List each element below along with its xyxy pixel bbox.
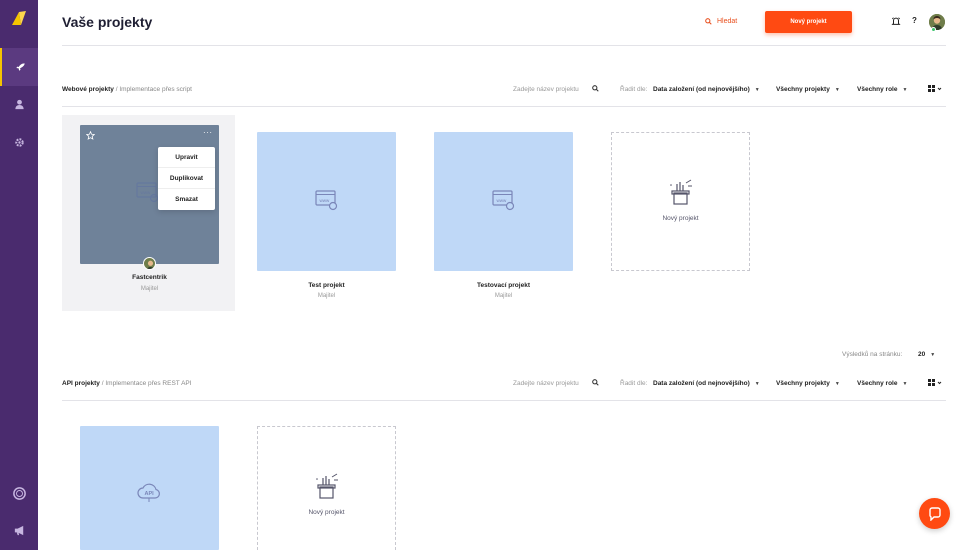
project-role: Majitel bbox=[140, 286, 159, 292]
chevron-down-icon: ▼ bbox=[902, 87, 908, 93]
section-title-api: API projekty / Implementace přes REST AP… bbox=[62, 380, 192, 387]
role-filter-select[interactable]: Všechny role ▼ bbox=[857, 380, 907, 387]
page-title: Vaše projekty bbox=[62, 14, 153, 30]
user-icon bbox=[14, 99, 24, 109]
role-filter-select[interactable]: Všechny role ▼ bbox=[857, 86, 907, 93]
new-project-button[interactable]: Nový projekt bbox=[765, 11, 852, 33]
new-project-label: Nový projekt bbox=[308, 509, 345, 516]
chevron-down-icon: ▼ bbox=[834, 381, 840, 387]
project-role: Majitel bbox=[317, 293, 336, 299]
svg-text:API: API bbox=[145, 491, 155, 497]
project-search-input[interactable]: Zadejte název projektu bbox=[513, 86, 579, 93]
rocket-icon bbox=[15, 62, 25, 71]
results-per-page-label: Výsledků na stránku: bbox=[842, 351, 903, 358]
project-name[interactable]: Fastcentrik bbox=[80, 274, 219, 281]
sidebar-item-news[interactable] bbox=[0, 511, 38, 549]
sidebar-item-projects[interactable] bbox=[0, 48, 38, 86]
chat-button[interactable] bbox=[919, 498, 950, 529]
more-options-icon[interactable]: ··· bbox=[203, 128, 213, 137]
star-icon[interactable] bbox=[86, 131, 95, 140]
svg-text:www: www bbox=[497, 198, 507, 203]
api-project-card[interactable]: API bbox=[80, 426, 219, 550]
help-ring-icon bbox=[12, 486, 26, 500]
bell-icon bbox=[891, 17, 901, 25]
megaphone-icon bbox=[14, 525, 23, 535]
new-project-card[interactable]: Nový projekt bbox=[611, 132, 750, 271]
sort-label: Řadit dle: bbox=[620, 380, 648, 387]
chevron-down-icon: ▼ bbox=[834, 87, 840, 93]
menu-item-duplicate[interactable]: Duplikovat bbox=[158, 168, 215, 189]
sort-select[interactable]: Data založení (od nejnovějšího) ▼ bbox=[653, 380, 760, 387]
project-card-testovaci-projekt[interactable]: www bbox=[434, 132, 573, 271]
online-status-dot bbox=[931, 27, 936, 32]
web-project-icon: www bbox=[492, 190, 515, 211]
project-filter-select[interactable]: Všechny projekty ▼ bbox=[776, 380, 840, 387]
magic-hat-icon bbox=[670, 179, 692, 205]
search-link[interactable]: Hledat bbox=[705, 18, 737, 25]
project-role: Majitel bbox=[494, 293, 513, 299]
main-content: Vaše projekty Hledat Nový projekt ? Webo… bbox=[38, 0, 970, 550]
sidebar-item-support[interactable] bbox=[0, 474, 38, 512]
project-name[interactable]: Test projekt bbox=[257, 282, 396, 289]
chevron-down-icon: ▼ bbox=[930, 352, 936, 358]
svg-text:www: www bbox=[141, 190, 151, 195]
owner-avatar bbox=[143, 257, 156, 270]
web-project-icon: www bbox=[315, 190, 338, 211]
search-icon bbox=[705, 18, 712, 25]
sidebar-item-users[interactable] bbox=[0, 85, 38, 123]
section-divider bbox=[62, 400, 946, 401]
grid-view-icon[interactable] bbox=[928, 379, 942, 387]
web-project-icon: www bbox=[136, 182, 159, 203]
project-filter-select[interactable]: Všechny projekty ▼ bbox=[776, 86, 840, 93]
results-per-page-select[interactable]: 20 ▼ bbox=[918, 351, 935, 358]
chevron-down-icon: ▼ bbox=[902, 381, 908, 387]
help-button[interactable]: ? bbox=[912, 16, 917, 25]
new-project-label: Nový projekt bbox=[662, 215, 699, 222]
section-divider bbox=[62, 106, 946, 107]
chevron-down-icon: ▼ bbox=[754, 87, 760, 93]
search-icon[interactable] bbox=[592, 85, 599, 92]
project-name[interactable]: Testovací projekt bbox=[434, 282, 573, 289]
menu-item-edit[interactable]: Upravit bbox=[158, 147, 215, 168]
search-label: Hledat bbox=[717, 18, 738, 25]
logo[interactable] bbox=[11, 10, 27, 26]
notifications-button[interactable] bbox=[891, 16, 901, 26]
sidebar bbox=[0, 0, 38, 550]
search-icon[interactable] bbox=[592, 379, 599, 386]
gear-icon bbox=[14, 137, 24, 147]
magic-hat-icon bbox=[316, 473, 338, 499]
api-cloud-icon: API bbox=[137, 483, 160, 502]
project-card-test-projekt[interactable]: www bbox=[257, 132, 396, 271]
grid-view-icon[interactable] bbox=[928, 85, 942, 93]
api-projects-toolbar: API projekty / Implementace přes REST AP… bbox=[62, 378, 946, 390]
new-project-card[interactable]: Nový projekt bbox=[257, 426, 396, 550]
question-icon: ? bbox=[912, 16, 917, 25]
sort-label: Řadit dle: bbox=[620, 86, 648, 93]
chevron-down-icon: ▼ bbox=[754, 381, 760, 387]
project-search-input[interactable]: Zadejte název projektu bbox=[513, 380, 579, 387]
section-title-web: Webové projekty / Implementace přes scri… bbox=[62, 86, 192, 93]
svg-text:www: www bbox=[320, 198, 330, 203]
sort-select[interactable]: Data založení (od nejnovějšího) ▼ bbox=[653, 86, 760, 93]
menu-item-delete[interactable]: Smazat bbox=[158, 189, 215, 210]
project-context-menu: Upravit Duplikovat Smazat bbox=[158, 147, 215, 210]
sidebar-item-settings[interactable] bbox=[0, 123, 38, 161]
header-divider bbox=[62, 45, 946, 46]
web-projects-toolbar: Webové projekty / Implementace přes scri… bbox=[62, 84, 946, 96]
chat-bubble-icon bbox=[928, 506, 941, 521]
